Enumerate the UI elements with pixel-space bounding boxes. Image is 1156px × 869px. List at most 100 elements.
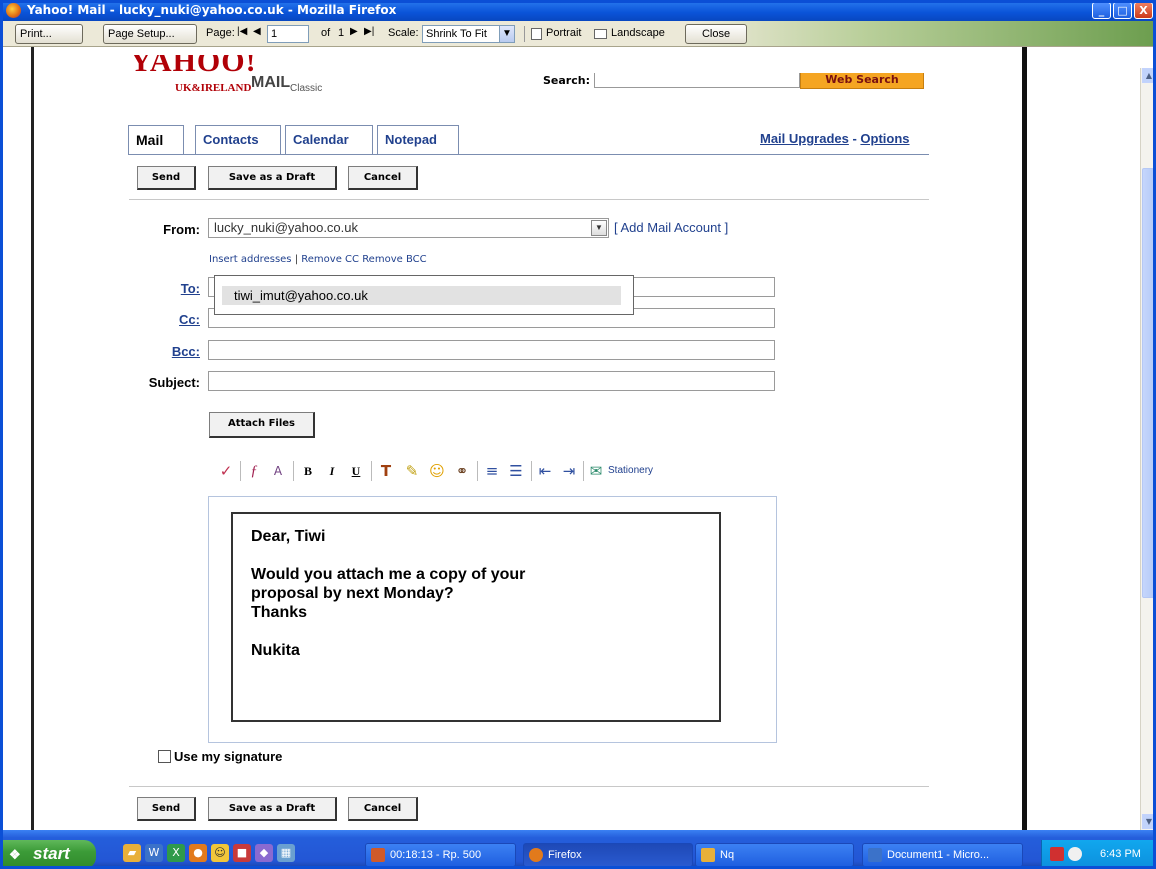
- prev-page-icon[interactable]: ◀: [253, 26, 261, 37]
- italic-icon[interactable]: I: [321, 458, 343, 484]
- to-label[interactable]: To:: [130, 281, 200, 296]
- cancel-button-top[interactable]: Cancel: [348, 166, 418, 190]
- remove-cc-link[interactable]: Remove CC: [301, 254, 359, 265]
- underline-icon[interactable]: U: [345, 458, 367, 484]
- outdent-icon[interactable]: ⇤: [534, 458, 556, 484]
- cc-label[interactable]: Cc:: [130, 312, 200, 327]
- message-body-editor[interactable]: Dear, Tiwi Would you attach me a copy of…: [208, 496, 777, 743]
- save-draft-button-top[interactable]: Save as a Draft: [208, 166, 337, 190]
- window-titlebar: Yahoo! Mail - lucky_nuki@yahoo.co.uk - M…: [0, 0, 1156, 21]
- font-size-icon[interactable]: A: [267, 458, 289, 484]
- last-page-icon[interactable]: ▶|: [364, 26, 374, 37]
- close-preview-button[interactable]: Close: [685, 24, 747, 44]
- excel-icon[interactable]: X: [167, 844, 185, 862]
- toolbar-separator: [240, 461, 241, 481]
- portrait-button[interactable]: Portrait: [546, 27, 581, 39]
- font-icon[interactable]: ƒ: [243, 458, 265, 484]
- cancel-button-bottom[interactable]: Cancel: [348, 797, 418, 821]
- emoticon-icon[interactable]: ☺: [426, 458, 448, 484]
- send-button-bottom[interactable]: Send: [137, 797, 196, 821]
- link-icon[interactable]: ⚭: [451, 458, 473, 484]
- total-pages: 1: [338, 27, 345, 39]
- search-input[interactable]: [594, 73, 800, 88]
- tab-calendar[interactable]: Calendar: [285, 125, 373, 155]
- stationery-button[interactable]: Stationery: [608, 465, 653, 476]
- app-icon[interactable]: ■: [233, 844, 251, 862]
- align-icon[interactable]: ≡: [481, 458, 503, 484]
- network-icon[interactable]: [1068, 847, 1082, 861]
- spellcheck-icon[interactable]: ✓: [215, 458, 237, 484]
- task-label: Firefox: [548, 849, 582, 861]
- desktop-icon[interactable]: ▦: [277, 844, 295, 862]
- bullets-icon[interactable]: ☰: [505, 458, 527, 484]
- page-number-input[interactable]: 1: [267, 25, 309, 43]
- firefox-icon: [529, 848, 543, 862]
- tab-notepad[interactable]: Notepad: [377, 125, 459, 155]
- firefox-quicklaunch-icon[interactable]: ●: [189, 844, 207, 862]
- mail-upgrades-link[interactable]: Mail Upgrades: [760, 131, 849, 146]
- first-page-icon[interactable]: |◀: [237, 26, 247, 37]
- next-page-icon[interactable]: ▶: [350, 26, 358, 37]
- yahoo-region: UK&IRELAND: [175, 82, 252, 94]
- tab-contacts[interactable]: Contacts: [195, 125, 281, 155]
- task-timer[interactable]: 00:18:13 - Rp. 500: [365, 843, 516, 867]
- vertical-scrollbar[interactable]: ▲ ▼: [1140, 68, 1156, 830]
- message-line: [251, 546, 701, 565]
- remove-bcc-link[interactable]: Remove BCC: [362, 254, 426, 265]
- web-search-button[interactable]: Web Search: [800, 73, 924, 89]
- maximize-button[interactable]: □: [1113, 2, 1132, 19]
- stationery-icon[interactable]: ✉: [585, 458, 607, 484]
- minimize-button[interactable]: _: [1092, 2, 1111, 19]
- chevron-down-icon[interactable]: ▼: [591, 220, 607, 236]
- word-icon[interactable]: W: [145, 844, 163, 862]
- save-draft-button-bottom[interactable]: Save as a Draft: [208, 797, 337, 821]
- bcc-label[interactable]: Bcc:: [130, 344, 200, 359]
- portrait-icon: [531, 28, 542, 40]
- indent-icon[interactable]: ⇥: [558, 458, 580, 484]
- bold-icon[interactable]: B: [297, 458, 319, 484]
- signature-checkbox[interactable]: [158, 750, 171, 763]
- top-links: Mail Upgrades - Options: [760, 131, 910, 146]
- task-document[interactable]: Document1 - Micro...: [862, 843, 1023, 867]
- close-window-button[interactable]: X: [1134, 2, 1153, 19]
- from-value: lucky_nuki@yahoo.co.uk: [214, 220, 358, 235]
- top-links-separator: -: [848, 131, 861, 146]
- highlight-icon[interactable]: ✎: [401, 458, 423, 484]
- attach-files-button[interactable]: Attach Files: [209, 412, 315, 438]
- divider-top: [129, 199, 929, 200]
- text-color-icon[interactable]: T: [375, 458, 397, 484]
- messenger-icon[interactable]: ☺: [211, 844, 229, 862]
- task-folder[interactable]: Nq: [695, 843, 854, 867]
- send-button-top[interactable]: Send: [137, 166, 196, 190]
- from-select[interactable]: lucky_nuki@yahoo.co.uk ▼: [208, 218, 609, 238]
- message-line: proposal by next Monday?: [251, 585, 454, 602]
- scroll-up-icon[interactable]: ▲: [1142, 68, 1156, 83]
- task-firefox[interactable]: Firefox: [523, 843, 693, 867]
- antivirus-icon[interactable]: [1050, 847, 1064, 861]
- print-button[interactable]: Print...: [15, 24, 83, 44]
- scroll-down-icon[interactable]: ▼: [1142, 814, 1156, 829]
- landscape-button[interactable]: Landscape: [611, 27, 665, 39]
- scale-label: Scale:: [388, 27, 419, 39]
- autocomplete-option[interactable]: tiwi_imut@yahoo.co.uk: [222, 286, 621, 305]
- message-line: Would you attach me a copy of your: [251, 566, 526, 583]
- subject-label: Subject:: [148, 375, 200, 390]
- options-link[interactable]: Options: [860, 131, 909, 146]
- add-mail-account-link[interactable]: [ Add Mail Account ]: [614, 220, 728, 235]
- page-border-left: [31, 47, 34, 830]
- folder-icon[interactable]: ▰: [123, 844, 141, 862]
- bcc-input[interactable]: [208, 340, 775, 360]
- page-border-right: [1022, 47, 1027, 830]
- insert-addresses-link[interactable]: Insert addresses: [209, 254, 292, 265]
- task-label: Nq: [720, 849, 735, 861]
- toolbar-separator: [371, 461, 372, 481]
- subject-input[interactable]: [208, 371, 775, 391]
- window-title: Yahoo! Mail - lucky_nuki@yahoo.co.uk - M…: [27, 3, 397, 17]
- page-setup-button[interactable]: Page Setup...: [103, 24, 197, 44]
- scroll-thumb[interactable]: [1142, 168, 1156, 598]
- tool-icon[interactable]: ◆: [255, 844, 273, 862]
- start-button[interactable]: ❖ start: [0, 840, 96, 869]
- landscape-icon: [594, 29, 607, 39]
- tab-mail[interactable]: Mail: [128, 125, 184, 155]
- scale-dropdown-icon[interactable]: ▼: [499, 25, 515, 43]
